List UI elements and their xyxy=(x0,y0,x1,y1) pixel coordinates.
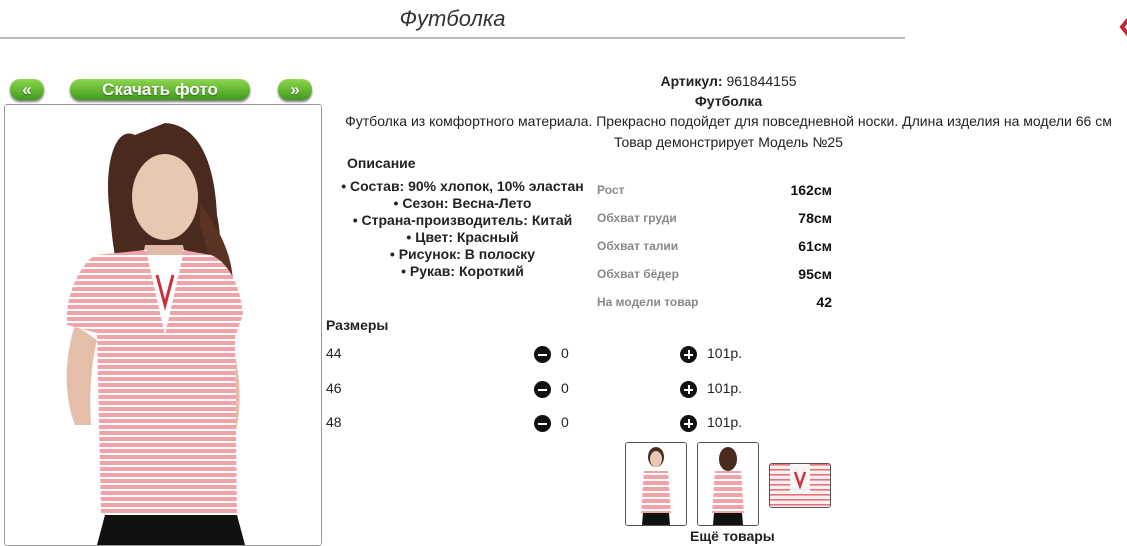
minus-circle-icon[interactable] xyxy=(534,415,551,432)
measurement-value: 162см xyxy=(790,182,832,198)
main-product-photo[interactable] xyxy=(4,104,322,546)
model-note: Товар демонстрирует Модель №25 xyxy=(614,134,843,150)
spec-item: Страна-производитель: Китай xyxy=(330,212,595,229)
plus-circle-icon[interactable] xyxy=(680,415,697,432)
close-icon[interactable] xyxy=(1119,14,1127,40)
measurement-label: Обхват талии xyxy=(597,239,679,253)
article-line: Артикул: 961844155 xyxy=(330,73,1127,89)
size-row: 46 0 101р. xyxy=(326,380,806,400)
measurement-value: 95см xyxy=(798,266,832,282)
size-label: 48 xyxy=(326,414,342,430)
article-value: 961844155 xyxy=(726,73,797,89)
model-measurements: Рост 162см Обхват груди 78см Обхват тали… xyxy=(597,176,832,316)
quantity-value: 0 xyxy=(561,345,569,361)
page-title: Футболка xyxy=(399,6,506,31)
price-value: 101р. xyxy=(707,345,743,361)
spec-item: Сезон: Весна-Лето xyxy=(330,195,595,212)
next-photo-button[interactable]: » xyxy=(278,79,312,100)
measurement-label: Рост xyxy=(597,183,625,197)
measurement-row: Рост 162см xyxy=(597,176,832,204)
product-name: Футболка xyxy=(694,93,763,109)
product-description: Футболка из комфортного материала. Прекр… xyxy=(345,113,1112,129)
measurement-row: На модели товар 42 xyxy=(597,288,832,316)
prev-photo-button[interactable]: « xyxy=(10,79,44,100)
spec-item: Состав: 90% хлопок, 10% эластан xyxy=(330,178,595,195)
article-label: Артикул: xyxy=(660,73,723,89)
size-label: 44 xyxy=(326,345,342,361)
size-row: 48 0 101р. xyxy=(326,414,806,434)
quantity-value: 0 xyxy=(561,380,569,396)
minus-circle-icon[interactable] xyxy=(534,381,551,398)
plus-circle-icon[interactable] xyxy=(680,381,697,398)
measurement-label: Обхват бёдер xyxy=(597,267,679,281)
spec-item: Рисунок: В полоску xyxy=(330,246,595,263)
spec-item: Рукав: Короткий xyxy=(330,263,595,280)
description-heading: Описание xyxy=(347,155,416,171)
measurement-label: На модели товар xyxy=(597,295,699,309)
sizes-heading: Размеры xyxy=(326,317,389,333)
measurement-row: Обхват груди 78см xyxy=(597,204,832,232)
thumbnail-detail[interactable] xyxy=(769,463,831,508)
measurement-value: 78см xyxy=(798,210,832,226)
spec-item: Цвет: Красный xyxy=(330,229,595,246)
download-photo-button[interactable]: Скачать фото xyxy=(70,79,250,100)
quantity-value: 0 xyxy=(561,414,569,430)
measurement-value: 61см xyxy=(798,238,832,254)
thumbnail-front[interactable] xyxy=(625,442,687,526)
price-value: 101р. xyxy=(707,414,743,430)
size-label: 46 xyxy=(326,380,342,396)
measurement-value: 42 xyxy=(816,294,832,310)
thumbnail-back[interactable] xyxy=(697,442,759,526)
price-value: 101р. xyxy=(707,380,743,396)
measurement-label: Обхват груди xyxy=(597,211,677,225)
plus-circle-icon[interactable] xyxy=(680,346,697,363)
more-products-heading: Ещё товары xyxy=(690,528,775,544)
title-divider xyxy=(0,37,905,39)
measurement-row: Обхват бёдер 95см xyxy=(597,260,832,288)
minus-circle-icon[interactable] xyxy=(534,346,551,363)
spec-list: Состав: 90% хлопок, 10% эластан Сезон: В… xyxy=(330,178,595,280)
measurement-row: Обхват талии 61см xyxy=(597,232,832,260)
size-row: 44 0 101р. xyxy=(326,345,806,365)
